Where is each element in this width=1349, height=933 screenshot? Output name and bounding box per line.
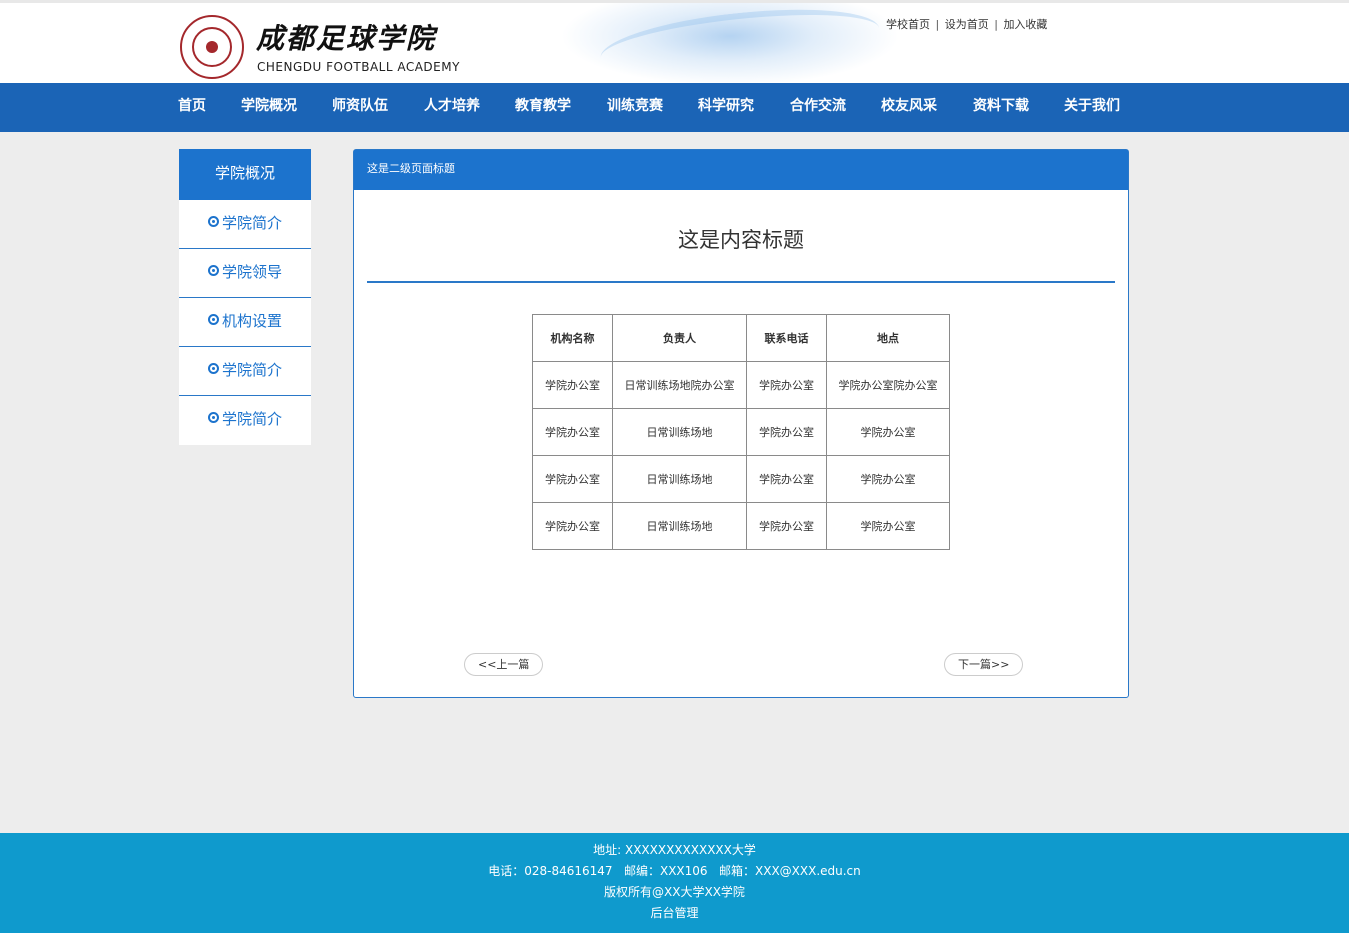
nav-item-training[interactable]: 训练竞赛: [607, 83, 698, 132]
table-cell: 日常训练场地: [612, 455, 747, 503]
nav-item-talent[interactable]: 人才培养: [424, 83, 515, 132]
nav-item-home[interactable]: 首页: [178, 83, 241, 132]
table-cell: 学院办公室: [746, 361, 827, 409]
nav-item-overview[interactable]: 学院概况: [241, 83, 332, 132]
content-title: 这是内容标题: [678, 228, 804, 252]
sidebar: 学院概况 学院简介 学院领导 机构设置 学院简介 学院简介: [179, 149, 311, 445]
table-row: 学院办公室 日常训练场地 学院办公室 学院办公室: [532, 502, 950, 550]
circle-dot-icon: [207, 265, 219, 276]
nav-item-faculty[interactable]: 师资队伍: [332, 83, 424, 132]
nav-item-alumni[interactable]: 校友风采: [881, 83, 973, 132]
link-separator: |: [935, 18, 940, 31]
circle-dot-icon: [207, 363, 219, 374]
link-set-homepage[interactable]: 设为首页: [945, 18, 989, 31]
next-article-button[interactable]: 下一篇>>: [944, 653, 1024, 676]
sidebar-item-intro-2[interactable]: 学院简介: [179, 347, 311, 396]
site-header: 成都足球学院 CHENGDU FOOTBALL ACADEMY 学校首页 | 设…: [0, 0, 1349, 83]
sidebar-item-label: 机构设置: [221, 312, 282, 330]
table-cell: 学院办公室: [532, 502, 613, 550]
table-cell: 学院办公室: [746, 502, 827, 550]
panel-heading: 这是二级页面标题: [354, 150, 1128, 190]
sidebar-item-intro[interactable]: 学院简介: [179, 200, 311, 249]
link-separator: |: [994, 18, 998, 31]
sidebar-title: 学院概况: [179, 149, 311, 200]
logo-chinese-name: 成都足球学院: [256, 22, 437, 55]
table-cell: 日常训练场地院办公室: [612, 361, 747, 409]
logo-english-name: CHENGDU FOOTBALL ACADEMY: [257, 60, 460, 74]
table-cell: 学院办公室: [826, 502, 950, 550]
site-footer: 地址: XXXXXXXXXXXXX大学 电话：028-84616147 邮编：X…: [0, 833, 1349, 933]
link-school-home[interactable]: 学校首页: [886, 18, 930, 31]
top-links: 学校首页 | 设为首页 | 加入收藏: [886, 16, 1047, 32]
table-cell: 学院办公室院办公室: [826, 361, 950, 409]
column-header: 联系电话: [746, 314, 827, 362]
circle-dot-icon: [207, 314, 219, 325]
footer-address: 地址: XXXXXXXXXXXXX大学: [593, 843, 756, 857]
previous-article-button[interactable]: <<上一篇: [464, 653, 544, 676]
table-cell: 学院办公室: [826, 455, 950, 503]
title-divider: [367, 281, 1115, 283]
column-header: 地点: [826, 314, 950, 362]
nav-item-teaching[interactable]: 教育教学: [515, 83, 607, 132]
table-cell: 学院办公室: [532, 408, 613, 456]
sidebar-item-intro-3[interactable]: 学院简介: [179, 396, 311, 445]
main-nav: 首页 学院概况 师资队伍 人才培养 教育教学 训练竞赛 科学研究 合作交流 校友…: [0, 83, 1349, 132]
table-cell: 学院办公室: [746, 408, 827, 456]
table-row: 学院办公室 日常训练场地 学院办公室 学院办公室: [532, 455, 950, 503]
circle-dot-icon: [207, 412, 219, 423]
footer-copyright: 版权所有@XX大学XX学院: [604, 885, 745, 899]
nav-item-about[interactable]: 关于我们: [1064, 83, 1134, 132]
footer-contact: 电话：028-84616147 邮编：XXX106 邮箱：XXX@XXX.edu…: [488, 864, 861, 878]
table-row: 学院办公室 日常训练场地 学院办公室 学院办公室: [532, 408, 950, 456]
sidebar-item-leaders[interactable]: 学院领导: [179, 249, 311, 298]
table-cell: 学院办公室: [532, 361, 613, 409]
sidebar-item-label: 学院简介: [221, 410, 282, 428]
sidebar-item-label: 学院简介: [221, 214, 282, 232]
circle-dot-icon: [207, 216, 219, 227]
sidebar-item-label: 学院简介: [221, 361, 282, 379]
nav-item-research[interactable]: 科学研究: [698, 83, 790, 132]
nav-item-cooperation[interactable]: 合作交流: [790, 83, 881, 132]
table-cell: 学院办公室: [746, 455, 827, 503]
table-cell: 学院办公室: [532, 455, 613, 503]
column-header: 负责人: [612, 314, 747, 362]
table-cell: 学院办公室: [826, 408, 950, 456]
sidebar-item-label: 学院领导: [221, 263, 282, 281]
table-header-row: 机构名称 负责人 联系电话 地点: [532, 314, 950, 362]
table-row: 学院办公室 日常训练场地院办公室 学院办公室 学院办公室院办公室: [532, 361, 950, 409]
table-cell: 日常训练场地: [612, 502, 747, 550]
column-header: 机构名称: [532, 314, 613, 362]
table-cell: 日常训练场地: [612, 408, 747, 456]
organization-table: 机构名称 负责人 联系电话 地点 学院办公室 日常训练场地院办公室 学院办公室 …: [532, 314, 950, 550]
site-logo[interactable]: 成都足球学院 CHENGDU FOOTBALL ACADEMY: [180, 15, 460, 79]
sidebar-item-organization[interactable]: 机构设置: [179, 298, 311, 347]
link-add-favorite[interactable]: 加入收藏: [1003, 18, 1047, 31]
academy-seal-logo-icon: [180, 15, 244, 79]
nav-item-downloads[interactable]: 资料下载: [973, 83, 1064, 132]
content-panel: 这是二级页面标题 这是内容标题 机构名称 负责人 联系电话 地点 学院办公室 日…: [353, 149, 1129, 698]
admin-link[interactable]: 后台管理: [0, 903, 1349, 924]
